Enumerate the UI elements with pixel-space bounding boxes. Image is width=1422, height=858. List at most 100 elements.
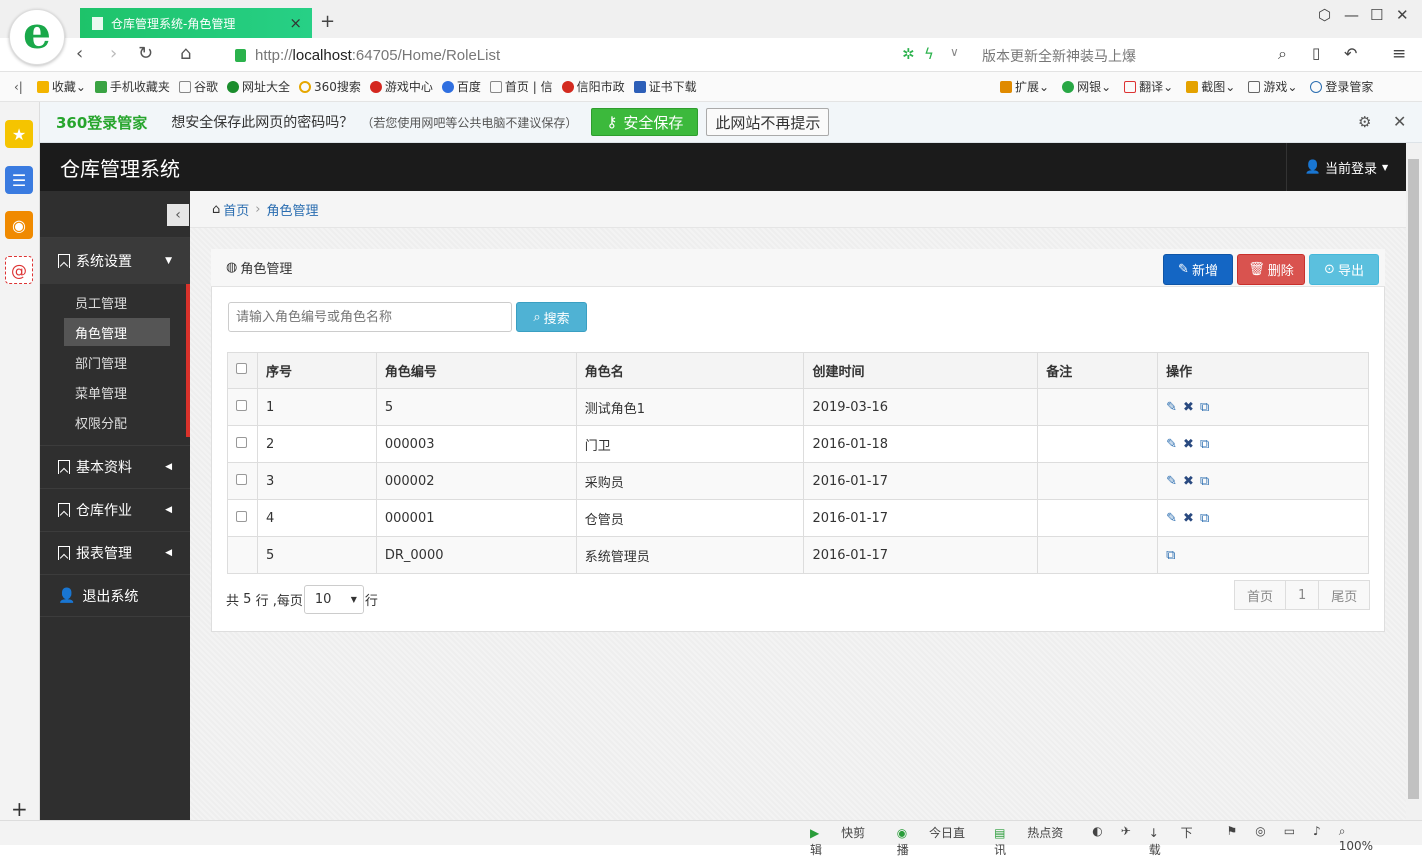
never-for-site-button[interactable]: 此网站不再提示 bbox=[706, 108, 830, 136]
edit-icon[interactable]: ✎ bbox=[1166, 511, 1177, 526]
page-size-select[interactable]: 10 bbox=[303, 585, 364, 614]
search-icon[interactable]: ⌕ bbox=[1278, 44, 1287, 64]
select-all-checkbox[interactable] bbox=[236, 363, 247, 374]
sidebar-group-logout[interactable]: 👤 退出系统 bbox=[40, 574, 190, 617]
mail-icon[interactable]: @ bbox=[5, 256, 33, 284]
collapse-bookmarks-icon[interactable]: ‹| bbox=[14, 80, 23, 94]
breadcrumb-home-link[interactable]: 首页 bbox=[223, 200, 249, 219]
row-select-cell[interactable] bbox=[227, 425, 258, 463]
breadcrumb-current[interactable]: 角色管理 bbox=[266, 200, 318, 219]
skin-icon[interactable]: ⬡ bbox=[1318, 6, 1331, 24]
external-link-icon[interactable]: ⧉ bbox=[1200, 511, 1209, 526]
maximize-button[interactable]: ☐ bbox=[1370, 6, 1383, 24]
sidebar-item-employees[interactable]: 员工管理 bbox=[64, 288, 170, 316]
bookmark-item[interactable]: 首页 | 信 bbox=[489, 78, 553, 95]
hot-news-status-item[interactable]: ▤ 热点资讯 bbox=[994, 824, 1074, 858]
browser-logo[interactable]: e bbox=[9, 9, 65, 65]
current-user-menu[interactable]: 👤 当前登录 ▼ bbox=[1286, 143, 1406, 191]
sidebar-group-warehouse-ops[interactable]: 仓库作业 ◀ bbox=[40, 488, 190, 531]
collapse-sidebar-button[interactable]: ‹ bbox=[167, 204, 189, 226]
delete-icon[interactable]: ✖ bbox=[1183, 511, 1194, 526]
row-checkbox[interactable] bbox=[236, 510, 247, 522]
new-tab-button[interactable]: + bbox=[320, 11, 335, 32]
download-status-item[interactable]: ↓ 下载 bbox=[1149, 824, 1209, 858]
bookmark-item[interactable]: 360搜索 bbox=[298, 78, 361, 95]
browser-tab-active[interactable]: 仓库管理系统-角色管理 × bbox=[80, 8, 312, 38]
back-icon[interactable]: ‹ bbox=[76, 43, 83, 64]
safe-save-button[interactable]: ⚷ 安全保存 bbox=[591, 108, 699, 136]
games-menu[interactable]: 游戏 ⌄ bbox=[1248, 78, 1297, 95]
bookmark-item[interactable]: 百度 bbox=[441, 78, 481, 95]
export-button[interactable]: ⊙ 导出 bbox=[1309, 254, 1379, 285]
search-button[interactable]: ⌕ 搜索 bbox=[516, 302, 587, 332]
gear-icon[interactable]: ⚙ bbox=[1358, 113, 1371, 131]
bookmark-item[interactable]: 谷歌 bbox=[178, 78, 218, 95]
status-icon-1[interactable]: ◐ bbox=[1092, 824, 1102, 858]
lightning-icon[interactable]: ϟ bbox=[924, 45, 934, 63]
close-tab-icon[interactable]: × bbox=[289, 14, 302, 32]
status-icon-3[interactable]: ◎ bbox=[1255, 824, 1265, 858]
status-icon-2[interactable]: ✈ bbox=[1121, 824, 1131, 858]
delete-button[interactable]: 🗑 删除 bbox=[1237, 254, 1305, 285]
row-checkbox[interactable] bbox=[236, 436, 247, 448]
home-icon[interactable]: ⌂ bbox=[180, 43, 191, 64]
sidebar-item-roles[interactable]: 角色管理 bbox=[64, 318, 170, 346]
row-select-cell[interactable] bbox=[227, 462, 258, 500]
dropdown-chevron-icon[interactable]: ∨ bbox=[950, 45, 959, 59]
bookmark-item[interactable]: 收藏 ⌄ bbox=[36, 78, 86, 95]
search-input[interactable] bbox=[228, 302, 512, 332]
forward-icon[interactable]: › bbox=[110, 43, 117, 64]
first-page-button[interactable]: 首页 bbox=[1234, 580, 1287, 610]
weibo-icon[interactable]: ◉ bbox=[5, 211, 33, 239]
reload-icon[interactable]: ↻ bbox=[138, 43, 153, 64]
sidebar-item-permissions[interactable]: 权限分配 bbox=[64, 408, 170, 436]
sidebar-item-departments[interactable]: 部门管理 bbox=[64, 348, 170, 376]
flag-icon[interactable]: ⚑ bbox=[1226, 824, 1237, 858]
external-link-icon[interactable]: ⧉ bbox=[1166, 548, 1175, 563]
page-number-button[interactable]: 1 bbox=[1285, 580, 1320, 610]
phone-icon[interactable]: ▯ bbox=[1312, 44, 1320, 62]
bookmark-item[interactable]: 手机收藏夹 bbox=[94, 78, 170, 95]
minimize-button[interactable]: — bbox=[1344, 6, 1359, 24]
menu-icon[interactable]: ≡ bbox=[1392, 44, 1406, 64]
last-page-button[interactable]: 尾页 bbox=[1318, 580, 1371, 610]
close-bar-icon[interactable]: ✕ bbox=[1393, 112, 1406, 131]
external-link-icon[interactable]: ⧉ bbox=[1200, 474, 1209, 489]
page-scrollbar[interactable] bbox=[1406, 143, 1422, 820]
news-ticker[interactable]: 版本更新全新神装马上爆 bbox=[982, 46, 1136, 66]
zoom-status-item[interactable]: ⌕ 100% bbox=[1339, 824, 1404, 858]
live-status-item[interactable]: ◉ 今日直播 bbox=[897, 824, 976, 858]
sidebar-group-system[interactable]: 系统设置 ▼ bbox=[40, 237, 190, 284]
sidebar-item-menus[interactable]: 菜单管理 bbox=[64, 378, 170, 406]
sidebar-group-reports[interactable]: 报表管理 ◀ bbox=[40, 531, 190, 574]
window-icon[interactable]: ▭ bbox=[1284, 824, 1295, 858]
clip-status-item[interactable]: ▶ 快剪辑 bbox=[810, 824, 879, 858]
add-button[interactable]: ✎ 新增 bbox=[1163, 254, 1233, 285]
bookmark-item[interactable]: 信阳市政 bbox=[561, 78, 625, 95]
delete-icon[interactable]: ✖ bbox=[1183, 437, 1194, 452]
edit-icon[interactable]: ✎ bbox=[1166, 437, 1177, 452]
row-checkbox[interactable] bbox=[236, 473, 247, 485]
edit-icon[interactable]: ✎ bbox=[1166, 474, 1177, 489]
bookmark-item[interactable]: 网址大全 bbox=[226, 78, 290, 95]
app-title[interactable]: 仓库管理系统 bbox=[60, 153, 180, 182]
delete-icon[interactable]: ✖ bbox=[1183, 474, 1194, 489]
edit-icon[interactable]: ✎ bbox=[1166, 400, 1177, 415]
delete-icon[interactable]: ✖ bbox=[1183, 400, 1194, 415]
undo-icon[interactable]: ↶ bbox=[1344, 44, 1357, 63]
row-select-cell[interactable] bbox=[227, 388, 258, 426]
login-manager-menu[interactable]: 登录管家 bbox=[1310, 78, 1373, 95]
row-select-cell[interactable] bbox=[227, 499, 258, 537]
translate-menu[interactable]: 翻译 ⌄ bbox=[1124, 78, 1173, 95]
speed-icon[interactable]: ✲ bbox=[902, 45, 915, 63]
url-input[interactable]: http://localhost:64705/Home/RoleList bbox=[235, 44, 895, 66]
add-panel-icon[interactable]: + bbox=[11, 797, 28, 821]
news-panel-icon[interactable]: ☰ bbox=[5, 166, 33, 194]
bank-menu[interactable]: 网银 ⌄ bbox=[1062, 78, 1111, 95]
sidebar-group-basic-data[interactable]: 基本资料 ◀ bbox=[40, 445, 190, 488]
bookmark-item[interactable]: 证书下载 bbox=[633, 78, 697, 95]
screenshot-menu[interactable]: 截图 ⌄ bbox=[1186, 78, 1235, 95]
scrollbar-thumb[interactable] bbox=[1408, 159, 1419, 799]
volume-icon[interactable]: ♪ bbox=[1313, 824, 1321, 858]
external-link-icon[interactable]: ⧉ bbox=[1200, 437, 1209, 452]
